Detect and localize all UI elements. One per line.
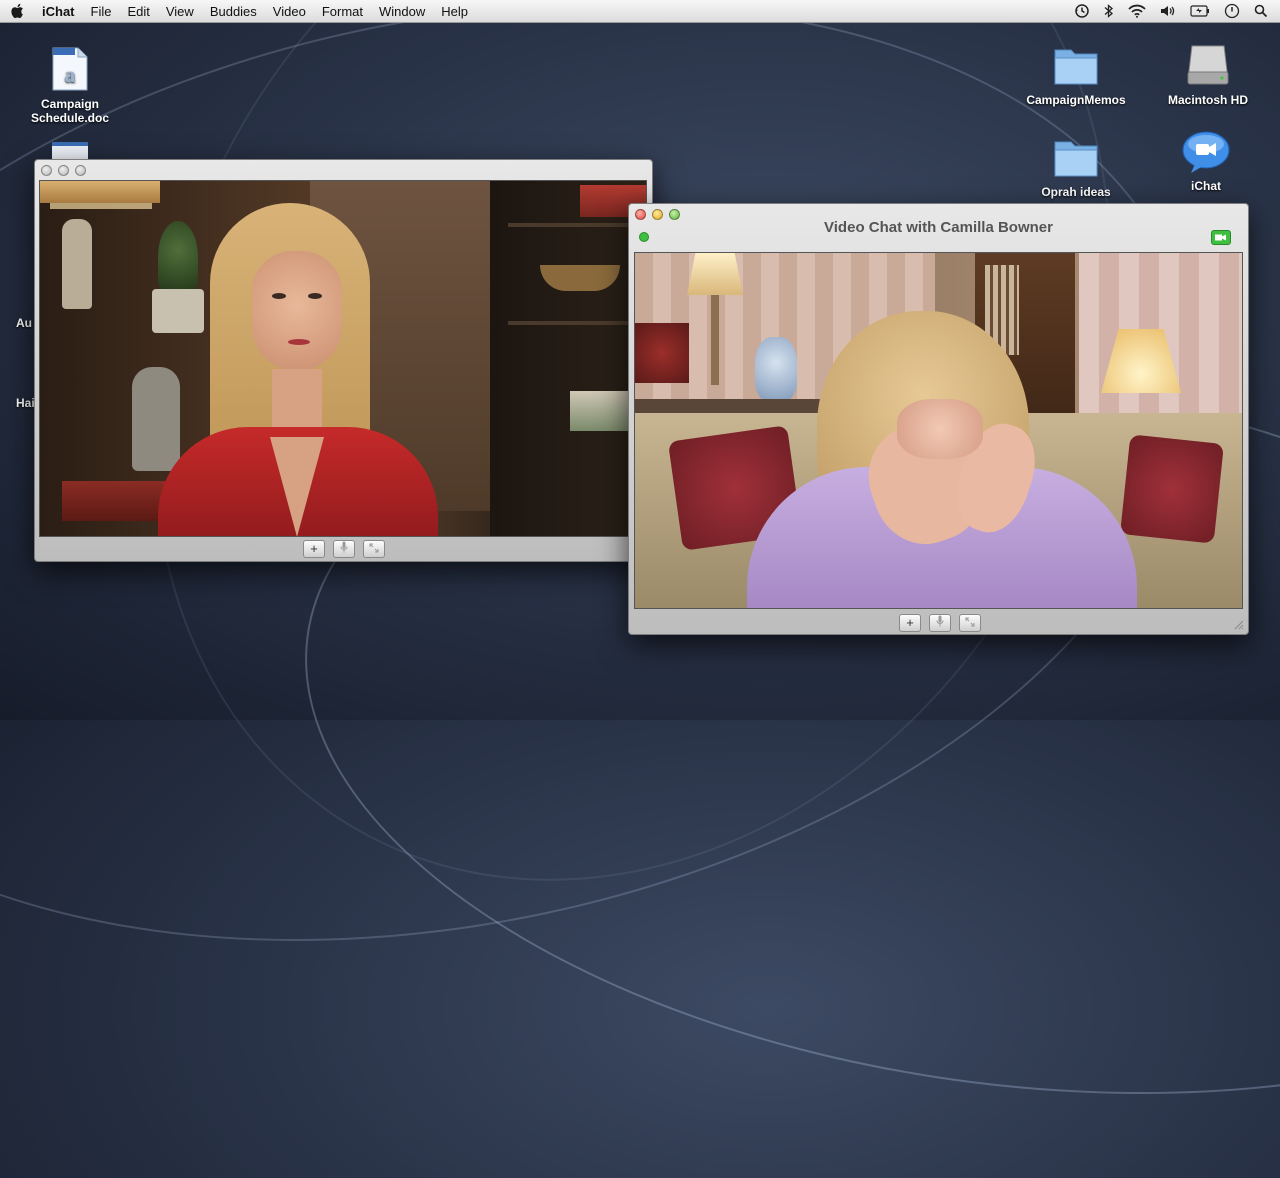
- microphone-icon: [936, 615, 944, 627]
- desktop-icon-label: CampaignMemos: [1026, 93, 1126, 107]
- status-area: [1074, 0, 1280, 22]
- expand-icon: [965, 617, 975, 627]
- desktop-icon-macintosh-hd[interactable]: Macintosh HD: [1160, 42, 1256, 107]
- add-participant-button[interactable]: +: [303, 540, 325, 558]
- window-titlebar[interactable]: Video Chat with Camilla Bowner: [629, 204, 1248, 236]
- ginger-jar: [755, 337, 797, 401]
- resize-grip-icon[interactable]: [1232, 618, 1244, 630]
- word-document-icon: a: [52, 47, 88, 91]
- menu-bar: iChat File Edit View Buddies Video Forma…: [0, 0, 1280, 23]
- folder-icon: [1054, 141, 1098, 177]
- face: [252, 251, 342, 371]
- desktop-icon-oprah-ideas[interactable]: Oprah ideas: [1028, 136, 1124, 199]
- desktop-icon-label: Campaign Schedule.doc: [30, 97, 110, 125]
- video-feed-left[interactable]: [39, 180, 647, 537]
- fullscreen-button[interactable]: [363, 540, 385, 558]
- hard-drive-icon: [1187, 45, 1229, 85]
- video-controls: +: [303, 540, 385, 558]
- video-camera-icon[interactable]: [1211, 230, 1231, 245]
- shelf: [508, 321, 646, 325]
- bluetooth-icon[interactable]: [1104, 3, 1114, 19]
- expand-icon: [369, 543, 379, 553]
- desktop-icon-ichat[interactable]: iChat: [1166, 130, 1246, 193]
- planter: [152, 289, 204, 333]
- lamp-shade: [40, 181, 160, 203]
- lamp-glow: [50, 203, 152, 209]
- menu-format[interactable]: Format: [314, 4, 371, 19]
- menu-buddies[interactable]: Buddies: [202, 4, 265, 19]
- statue: [62, 219, 92, 309]
- spotlight-search-icon[interactable]: [1254, 4, 1268, 18]
- battery-icon[interactable]: [1190, 5, 1210, 17]
- desktop-icon-campaign-schedule[interactable]: a Campaign Schedule.doc: [22, 46, 118, 125]
- microphone-icon: [340, 541, 348, 553]
- books: [62, 481, 172, 521]
- menu-window[interactable]: Window: [371, 4, 433, 19]
- menu-edit[interactable]: Edit: [119, 4, 157, 19]
- pillow: [1120, 434, 1224, 544]
- video-window-inactive[interactable]: +: [34, 159, 653, 562]
- wifi-icon[interactable]: [1128, 4, 1146, 18]
- clock-icon[interactable]: [1224, 3, 1240, 19]
- eye: [272, 293, 286, 299]
- desktop-icon-campaign-memos[interactable]: CampaignMemos: [1018, 44, 1134, 107]
- add-participant-button[interactable]: +: [899, 614, 921, 632]
- video-feed-remote[interactable]: [634, 252, 1243, 609]
- flowers: [635, 323, 689, 383]
- minimize-button[interactable]: [58, 165, 69, 176]
- menu-help[interactable]: Help: [433, 4, 476, 19]
- desktop-edge-label: Au: [16, 316, 32, 330]
- status-dot-icon: [639, 232, 649, 242]
- menu-video[interactable]: Video: [265, 4, 314, 19]
- window-titlebar[interactable]: [35, 160, 652, 182]
- ichat-icon: [1182, 131, 1230, 173]
- plant: [158, 221, 198, 293]
- shelf: [508, 223, 646, 227]
- lamp-stand: [711, 295, 719, 385]
- desktop-edge-label: Hai: [16, 396, 35, 410]
- hands: [897, 399, 983, 459]
- menu-app-ichat[interactable]: iChat: [34, 4, 83, 19]
- mouth: [288, 339, 310, 345]
- menu-view[interactable]: View: [158, 4, 202, 19]
- fullscreen-button[interactable]: [959, 614, 981, 632]
- apple-menu-icon[interactable]: [10, 3, 24, 19]
- menu-file[interactable]: File: [83, 4, 120, 19]
- svg-text:a: a: [65, 62, 76, 87]
- lamp-shade: [687, 253, 743, 295]
- desktop-icon-label: Oprah ideas: [1041, 185, 1111, 199]
- mute-button[interactable]: [929, 614, 951, 632]
- window-title: Video Chat with Camilla Bowner: [824, 219, 1053, 236]
- video-chat-window[interactable]: Video Chat with Camilla Bowner +: [628, 203, 1249, 635]
- desktop-icon-label: iChat: [1191, 179, 1221, 193]
- bookshelf: [490, 181, 646, 536]
- bust-sculpture: [132, 367, 180, 471]
- folder-icon: [1054, 49, 1098, 85]
- video-controls: +: [899, 614, 981, 632]
- mute-button[interactable]: [333, 540, 355, 558]
- stacked-books: [570, 391, 628, 431]
- desktop-icon-label: Macintosh HD: [1167, 93, 1248, 107]
- time-machine-icon[interactable]: [1074, 3, 1090, 19]
- volume-icon[interactable]: [1160, 4, 1176, 18]
- zoom-button[interactable]: [75, 165, 86, 176]
- close-button[interactable]: [41, 165, 52, 176]
- eye: [308, 293, 322, 299]
